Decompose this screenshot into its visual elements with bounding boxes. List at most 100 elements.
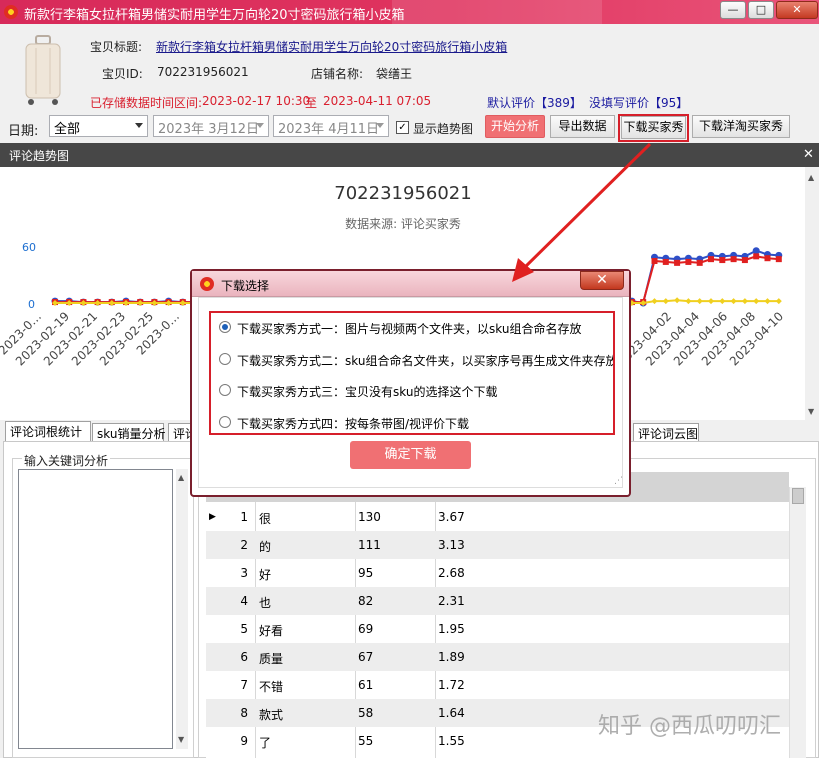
row-count: 61 bbox=[358, 678, 374, 692]
option-3-radio[interactable] bbox=[219, 384, 231, 396]
table-row[interactable]: ▶ 1 很 130 3.67 bbox=[206, 503, 789, 531]
row-percent: 3.67 bbox=[438, 510, 465, 524]
row-count: 111 bbox=[358, 538, 381, 552]
row-number: 3 bbox=[240, 566, 248, 580]
row-percent: 3.13 bbox=[438, 538, 465, 552]
scroll-down-icon[interactable]: ▼ bbox=[178, 735, 184, 744]
row-percent: 1.95 bbox=[438, 622, 465, 636]
row-percent: 2.68 bbox=[438, 566, 465, 580]
data-range-label: 已存储数据时间区间: bbox=[90, 96, 203, 110]
shop-name-value: 袋缮王 bbox=[376, 67, 413, 81]
table-row[interactable]: 2 的 111 3.13 bbox=[206, 531, 789, 559]
resize-grip-icon[interactable]: ⋰ bbox=[614, 476, 624, 486]
data-point bbox=[764, 255, 771, 262]
data-point bbox=[752, 247, 760, 255]
data-point bbox=[719, 298, 726, 305]
option-2-radio[interactable] bbox=[219, 353, 231, 365]
dialog-title: 下载选择 bbox=[221, 279, 270, 293]
export-data-button[interactable]: 导出数据 bbox=[550, 115, 615, 138]
data-point bbox=[662, 298, 669, 305]
row-number: 7 bbox=[240, 678, 248, 692]
option-1-radio[interactable] bbox=[219, 321, 231, 333]
option-4-label[interactable]: 下载买家秀方式四：按每条带图/视评价下载 bbox=[237, 415, 613, 432]
trend-close-icon[interactable]: ✕ bbox=[803, 147, 814, 162]
table-row[interactable]: 7 不错 61 1.72 bbox=[206, 671, 789, 699]
scroll-thumb[interactable] bbox=[792, 488, 804, 504]
data-point bbox=[708, 298, 714, 305]
default-review-count: 默认评价【389】 bbox=[487, 96, 582, 110]
table-row[interactable]: 3 好 95 2.68 bbox=[206, 559, 789, 587]
date-label: 日期: bbox=[8, 124, 39, 139]
data-point bbox=[753, 253, 760, 260]
scroll-up-icon[interactable]: ▲ bbox=[808, 173, 814, 182]
row-count: 55 bbox=[358, 734, 374, 748]
shop-name-label: 店铺名称: bbox=[311, 67, 364, 81]
download-taobao-show-button[interactable]: 下载洋淘买家秀 bbox=[692, 115, 790, 138]
row-percent: 1.72 bbox=[438, 678, 465, 692]
data-point bbox=[685, 298, 692, 305]
tab-word-root-stats[interactable]: 评论词根统计 bbox=[5, 421, 91, 442]
row-word: 很 bbox=[259, 512, 272, 526]
row-percent: 2.31 bbox=[438, 594, 465, 608]
item-id-label: 宝贝ID: bbox=[102, 67, 143, 81]
date-from-picker[interactable]: 2023年 3月12日 bbox=[153, 115, 269, 137]
option-2-label[interactable]: 下载买家秀方式二：sku组合命名文件夹，以买家序号再生成文件夹存放 bbox=[237, 352, 613, 369]
item-id-value: 702231956021 bbox=[157, 65, 249, 79]
row-word: 的 bbox=[259, 540, 272, 554]
data-range-end: 2023-04-11 07:05 bbox=[323, 94, 432, 108]
chevron-down-icon bbox=[256, 123, 264, 128]
row-word: 质量 bbox=[259, 652, 284, 666]
show-trend-checkbox[interactable]: ✓ bbox=[396, 121, 409, 134]
app-flower-icon bbox=[4, 5, 18, 19]
tab-sku-sales[interactable]: sku销量分析 bbox=[92, 423, 165, 442]
table-row[interactable]: 6 质量 67 1.89 bbox=[206, 643, 789, 671]
app-flower-icon bbox=[200, 277, 214, 291]
table-row[interactable]: 4 也 82 2.31 bbox=[206, 587, 789, 615]
keyword-input[interactable] bbox=[18, 469, 173, 749]
row-word: 好 bbox=[259, 568, 272, 582]
data-point bbox=[719, 257, 726, 264]
date-range-select[interactable]: 全部 bbox=[49, 115, 148, 137]
data-point bbox=[764, 298, 771, 305]
scroll-down-icon[interactable]: ▼ bbox=[808, 407, 814, 416]
chart-scrollbar[interactable]: ▲ ▼ bbox=[805, 167, 819, 420]
title-bar: 新款行李箱女拉杆箱男储实耐用学生万向轮20寸密码旅行箱小皮箱 — □ ✕ bbox=[0, 0, 819, 24]
data-point bbox=[775, 298, 782, 305]
window-title: 新款行李箱女拉杆箱男储实耐用学生万向轮20寸密码旅行箱小皮箱 bbox=[24, 8, 405, 23]
option-1-label[interactable]: 下载买家秀方式一：图片与视频两个文件夹，以sku组合命名存放 bbox=[237, 320, 613, 337]
title-decoration bbox=[392, 0, 602, 24]
row-percent: 1.89 bbox=[438, 650, 465, 664]
data-point bbox=[708, 256, 714, 263]
minimize-button[interactable]: — bbox=[720, 1, 746, 19]
start-analysis-button[interactable]: 开始分析 bbox=[485, 115, 545, 138]
date-to-picker[interactable]: 2023年 4月11日 bbox=[273, 115, 389, 137]
keyword-scrollbar[interactable]: ▲ ▼ bbox=[176, 469, 188, 749]
row-count: 82 bbox=[358, 594, 374, 608]
table-row[interactable]: 5 好看 69 1.95 bbox=[206, 615, 789, 643]
maximize-button[interactable]: □ bbox=[748, 1, 774, 19]
data-range-to: 至 bbox=[305, 96, 318, 110]
row-percent: 1.55 bbox=[438, 734, 465, 748]
row-word: 不错 bbox=[259, 680, 284, 694]
option-4-radio[interactable] bbox=[219, 416, 231, 428]
suitcase-thumbnail bbox=[25, 35, 61, 105]
annotation-arrow bbox=[512, 142, 652, 282]
watermark: 知乎 @西瓜叨叨汇 bbox=[598, 714, 781, 739]
scroll-up-icon[interactable]: ▲ bbox=[178, 473, 184, 482]
data-point bbox=[730, 256, 737, 263]
row-count: 95 bbox=[358, 566, 374, 580]
trend-panel-title: 评论趋势图 bbox=[9, 149, 70, 163]
close-button[interactable]: ✕ bbox=[776, 1, 818, 19]
confirm-download-button[interactable]: 确定下载 bbox=[350, 441, 471, 469]
row-number: 9 bbox=[240, 734, 248, 748]
data-point bbox=[753, 298, 760, 305]
row-count: 58 bbox=[358, 706, 374, 720]
trend-panel-header: 评论趋势图 ✕ bbox=[0, 143, 819, 167]
chart-title: 702231956021 bbox=[334, 183, 471, 204]
option-3-label[interactable]: 下载买家秀方式三：宝贝没有sku的选择这个下载 bbox=[237, 383, 613, 400]
data-point bbox=[730, 298, 737, 305]
tab-word-cloud[interactable]: 评论词云图 bbox=[633, 423, 699, 442]
item-title-link[interactable]: 新款行李箱女拉杆箱男储实耐用学生万向轮20寸密码旅行箱小皮箱 bbox=[156, 38, 507, 55]
grid-scrollbar[interactable] bbox=[789, 487, 806, 758]
row-count: 130 bbox=[358, 510, 381, 524]
